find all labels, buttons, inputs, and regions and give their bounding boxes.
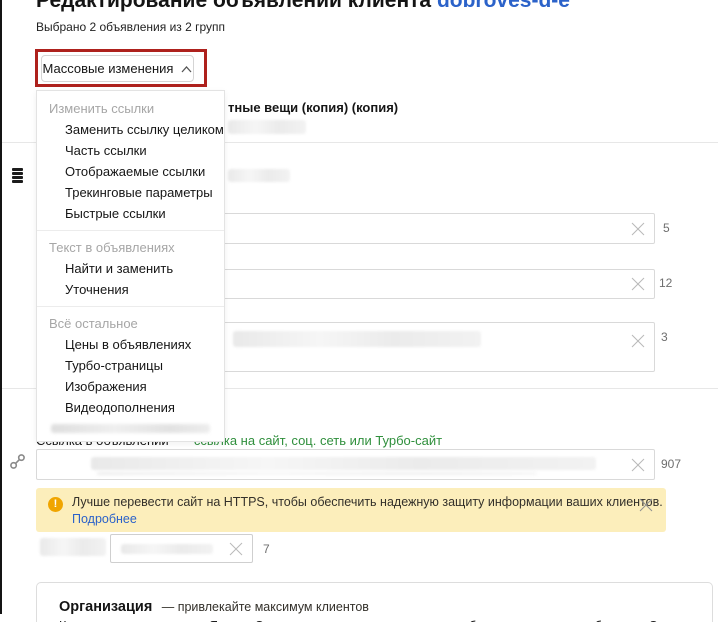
- redacted-text: [228, 120, 306, 134]
- menu-item-sitelinks[interactable]: Быстрые ссылки: [37, 203, 224, 224]
- menu-item-images[interactable]: Изображения: [37, 376, 224, 397]
- redacted-text: [233, 331, 481, 347]
- organization-heading: Организация — привлекайте максимум клиен…: [59, 598, 369, 616]
- clear-icon[interactable]: [228, 541, 244, 557]
- bulk-edit-dropdown-menu: Изменить ссылки Заменить ссылку целиком …: [36, 90, 225, 442]
- clear-icon[interactable]: [630, 221, 646, 237]
- menu-section-header: Текст в объявлениях: [37, 237, 224, 258]
- redacted-menu-item: [51, 424, 210, 433]
- menu-section-header: Всё остальное: [37, 313, 224, 334]
- page-title-text: Редактирование объявлений клиента: [36, 0, 431, 12]
- redacted-text: [121, 544, 213, 554]
- list-icon: [12, 168, 23, 184]
- link-icon: [8, 452, 27, 476]
- menu-item-prices[interactable]: Цены в объявлениях: [37, 334, 224, 355]
- chevron-up-icon: [181, 61, 192, 76]
- https-warning-banner: ! Лучше перевести сайт на HTTPS, чтобы о…: [36, 488, 666, 532]
- bulk-edit-button-label: Массовые изменения: [43, 61, 174, 76]
- char-counter: 7: [263, 542, 270, 556]
- ad-group-title: тные вещи (копия) (копия): [228, 100, 398, 115]
- close-icon[interactable]: [638, 497, 654, 513]
- char-counter: 3: [661, 330, 668, 344]
- menu-item-video-extensions[interactable]: Видеодополнения: [37, 397, 224, 418]
- organization-subtitle: — привлекайте максимум клиентов: [162, 600, 369, 614]
- warning-text: Лучше перевести сайт на HTTPS, чтобы обе…: [72, 495, 663, 509]
- client-login-link[interactable]: dobroves-d-e: [437, 0, 570, 12]
- menu-item-callouts[interactable]: Уточнения: [37, 279, 224, 300]
- warning-more-link[interactable]: Подробнее: [72, 512, 137, 526]
- menu-item-find-replace[interactable]: Найти и заменить: [37, 258, 224, 279]
- clear-icon[interactable]: [630, 333, 646, 349]
- char-counter: 12: [659, 276, 672, 290]
- redacted-label: [40, 538, 106, 556]
- clear-icon[interactable]: [630, 276, 646, 292]
- warning-icon: !: [48, 497, 63, 512]
- display-link-field[interactable]: [110, 534, 253, 563]
- bulk-edit-button[interactable]: Массовые изменения: [41, 55, 194, 82]
- menu-item-link-part[interactable]: Часть ссылки: [37, 140, 224, 161]
- window-left-border: [0, 0, 2, 614]
- ad-url-field[interactable]: [36, 449, 655, 480]
- redacted-text: [228, 169, 290, 182]
- menu-item-turbo-pages[interactable]: Турбо-страницы: [37, 355, 224, 376]
- menu-item-display-links[interactable]: Отображаемые ссылки: [37, 161, 224, 182]
- menu-item-replace-link-entirely[interactable]: Заменить ссылку целиком: [37, 119, 224, 140]
- char-counter: 5: [663, 221, 670, 235]
- organization-title: Организация: [59, 599, 152, 615]
- organization-card: Организация — привлекайте максимум клиен…: [36, 582, 713, 622]
- menu-item-tracking-params[interactable]: Трекинговые параметры: [37, 182, 224, 203]
- page: Редактирование объявлений клиента dobrov…: [0, 0, 718, 622]
- page-title: Редактирование объявлений клиента dobrov…: [36, 0, 570, 13]
- menu-section-header: Изменить ссылки: [37, 98, 224, 119]
- menu-divider: [37, 306, 224, 307]
- clear-icon[interactable]: [630, 457, 646, 473]
- menu-divider: [37, 230, 224, 231]
- redacted-url: [91, 457, 596, 470]
- redacted-url-detail: [97, 472, 537, 475]
- char-counter: 907: [661, 457, 681, 471]
- selection-summary: Выбрано 2 объявления из 2 групп: [36, 20, 225, 34]
